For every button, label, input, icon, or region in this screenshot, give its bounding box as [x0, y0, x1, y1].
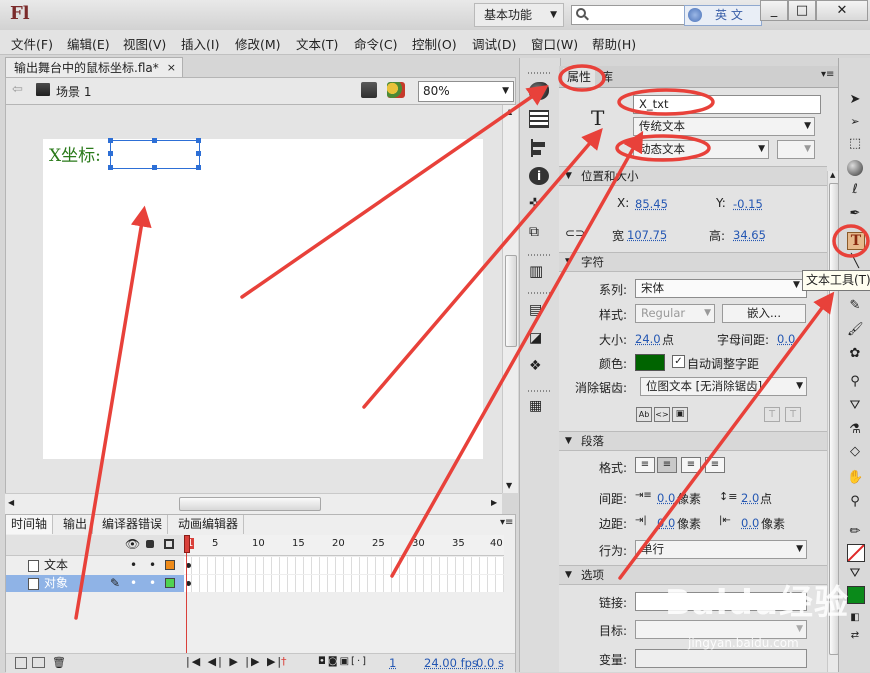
annotation-circle — [615, 134, 711, 162]
annotation-circle — [558, 64, 606, 92]
watermark-url: jingyan.baidu.com — [688, 636, 799, 650]
annotation-arrow — [362, 128, 603, 409]
watermark-logo: Baidu经验 — [665, 583, 850, 623]
annotation-overlay — [74, 64, 870, 620]
annotation-arrow — [390, 130, 644, 578]
annotation-circle — [832, 224, 870, 258]
annotation-circle — [617, 88, 715, 116]
annotation-arrow — [74, 205, 152, 620]
annotation-arrow — [618, 291, 835, 580]
annotation-arrow — [240, 85, 549, 299]
